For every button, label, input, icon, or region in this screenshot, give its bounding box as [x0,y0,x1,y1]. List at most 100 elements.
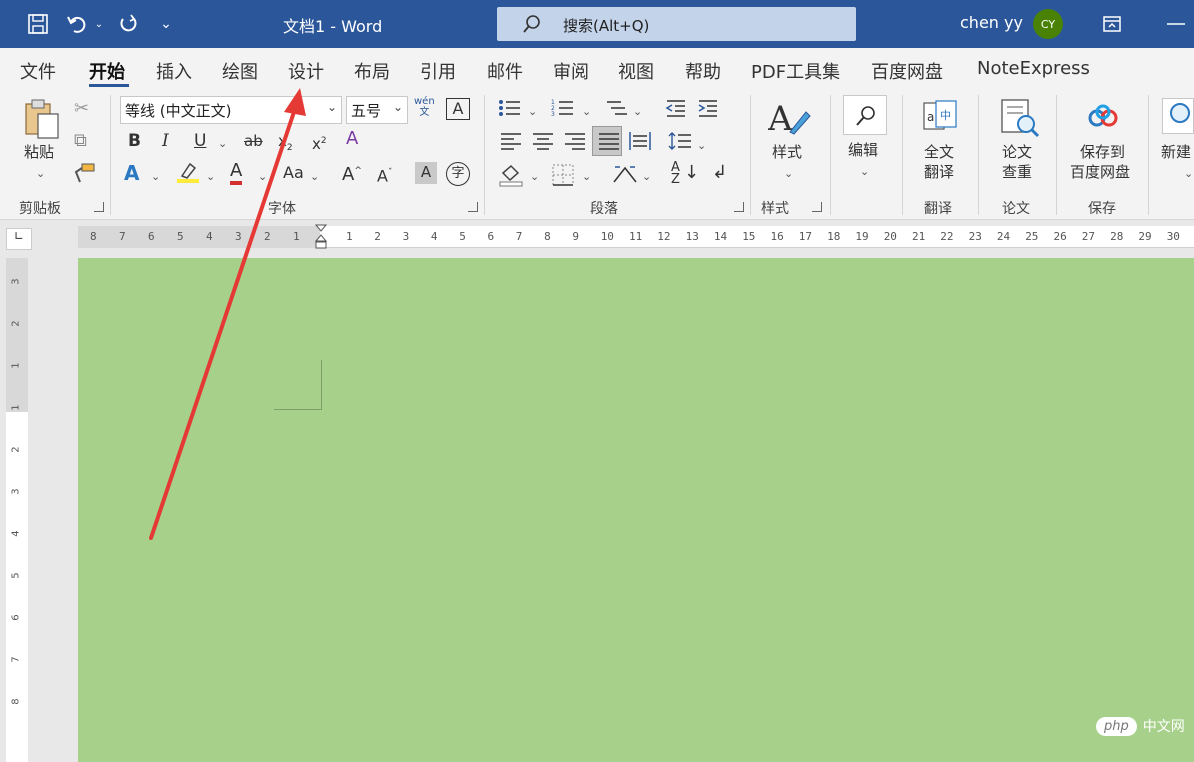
change-case-icon[interactable]: Aa [283,163,304,183]
distributed-icon[interactable] [629,132,651,155]
tab-mailings[interactable]: 邮件 [487,58,523,84]
paragraph-launcher-icon[interactable] [734,202,744,212]
shading-dropdown-icon[interactable]: ⌄ [530,167,539,187]
phonetic-guide-icon[interactable]: wén 文 [414,96,435,118]
save-icon[interactable] [24,10,52,38]
bullets-dropdown-icon[interactable]: ⌄ [528,102,537,122]
font-color-icon[interactable]: A [230,161,243,185]
chinese-layout-icon[interactable] [612,164,638,191]
shrink-font-icon[interactable]: Aˇ [377,163,392,186]
increase-indent-icon[interactable] [697,98,719,123]
paper-check-line2[interactable]: 查重 [1002,162,1032,182]
editing-button[interactable]: 编辑 [848,140,878,160]
paper-check-line1[interactable]: 论文 [1002,142,1032,162]
baidu-netdisk-icon[interactable] [1088,104,1118,133]
new-dropdown-icon[interactable]: ⌄ [1184,164,1193,184]
undo-dropdown-icon[interactable]: ⌄ [92,10,106,38]
new-icon[interactable] [1162,98,1194,134]
horizontal-ruler[interactable]: 8 7 6 5 4 3 2 1 1 2 3 4 5 6 7 8 9 10 11 12 13 14 15 16 17 18 19 20 2… [78,223,1194,251]
clipboard-launcher-icon[interactable] [94,202,104,212]
styles-icon[interactable]: A [767,98,812,143]
align-center-icon[interactable] [532,132,554,155]
new-button[interactable]: 新建 [1161,142,1191,162]
italic-icon[interactable]: I [162,131,169,151]
tab-references[interactable]: 引用 [420,58,456,84]
numbering-dropdown-icon[interactable]: ⌄ [582,102,591,122]
text-effects-dropdown-icon[interactable]: ⌄ [151,167,160,187]
paste-dropdown-icon[interactable]: ⌄ [36,164,45,184]
find-button[interactable] [843,95,887,135]
text-effects-icon[interactable]: A [124,163,139,183]
underline-icon[interactable]: U [194,131,206,151]
enclose-character-icon[interactable]: 字 [446,162,470,186]
user-name[interactable]: chen yy [960,13,1023,32]
clear-formatting-icon[interactable]: A [346,129,358,149]
bold-icon[interactable]: B [128,131,141,151]
styles-launcher-icon[interactable] [812,202,822,212]
strikethrough-icon[interactable]: ab [244,131,263,151]
character-shading-icon[interactable]: A [415,162,437,184]
redo-icon[interactable] [115,10,141,38]
editing-dropdown-icon[interactable]: ⌄ [860,162,869,182]
format-painter-icon[interactable] [72,162,96,189]
vertical-ruler[interactable]: 3 2 1 1 2 3 4 5 6 7 8 [6,258,28,762]
tab-selector-icon[interactable]: ∟ [6,228,32,250]
tab-design[interactable]: 设计 [288,58,324,84]
highlight-dropdown-icon[interactable]: ⌄ [206,167,215,187]
show-marks-icon[interactable]: ↲ [712,163,727,183]
avatar[interactable]: CY [1033,9,1063,39]
tab-pdf-tools[interactable]: PDF工具集 [751,58,840,84]
character-border-icon[interactable]: A [446,98,470,120]
tab-help[interactable]: 帮助 [685,58,721,84]
font-launcher-icon[interactable] [468,202,478,212]
full-text-translate-line1[interactable]: 全文 [924,142,954,162]
styles-dropdown-icon[interactable]: ⌄ [784,164,793,184]
justify-icon[interactable] [592,126,622,156]
underline-dropdown-icon[interactable]: ⌄ [218,134,227,154]
line-spacing-dropdown-icon[interactable]: ⌄ [697,136,706,156]
borders-icon[interactable] [552,164,574,191]
cut-icon[interactable]: ✂ [74,99,89,119]
highlight-icon[interactable] [176,160,200,189]
ribbon-display-icon[interactable] [1100,10,1124,38]
sort-icon[interactable]: AZ [671,161,680,186]
indent-marker-icon[interactable] [314,223,328,251]
change-case-dropdown-icon[interactable]: ⌄ [310,167,319,187]
translate-icon[interactable]: a中 [922,99,958,140]
plagiarism-check-icon[interactable] [1000,98,1040,143]
tab-file[interactable]: 文件 [20,58,56,84]
document-page[interactable] [78,258,1194,762]
undo-icon[interactable] [64,10,90,38]
styles-button[interactable]: 样式 [772,142,802,162]
copy-icon[interactable]: ⧉ [74,131,87,151]
multilevel-dropdown-icon[interactable]: ⌄ [633,102,642,122]
search-box[interactable]: 搜索(Alt+Q) [497,7,856,41]
font-name-select[interactable]: 等线 (中文正文) ⌄ [120,96,342,124]
tab-draw[interactable]: 绘图 [222,58,258,84]
save-to-baidu-line1[interactable]: 保存到 [1080,142,1125,162]
shading-icon[interactable] [499,163,523,192]
superscript-icon[interactable]: x2 [312,131,327,154]
paste-button[interactable]: 粘贴 [24,142,54,162]
bullets-icon[interactable] [498,98,522,123]
align-left-icon[interactable] [500,132,522,155]
tab-review[interactable]: 审阅 [553,58,589,84]
customize-toolbar-icon[interactable]: ⌄ [158,10,174,38]
decrease-indent-icon[interactable] [665,98,687,123]
subscript-icon[interactable]: x2 [278,131,293,158]
chinese-layout-dropdown-icon[interactable]: ⌄ [642,167,651,187]
line-spacing-icon[interactable] [668,132,692,155]
tab-baidu-netdisk[interactable]: 百度网盘 [871,58,943,84]
minimize-icon[interactable] [1164,10,1188,38]
save-to-baidu-line2[interactable]: 百度网盘 [1070,162,1130,182]
numbering-icon[interactable]: 123 [551,98,575,123]
tab-view[interactable]: 视图 [618,58,654,84]
borders-dropdown-icon[interactable]: ⌄ [582,167,591,187]
tab-layout[interactable]: 布局 [354,58,390,84]
tab-home[interactable]: 开始 [89,58,125,84]
align-right-icon[interactable] [564,132,586,155]
grow-font-icon[interactable]: A^ [342,161,362,185]
font-color-dropdown-icon[interactable]: ⌄ [258,167,267,187]
multilevel-list-icon[interactable] [605,98,629,123]
font-size-select[interactable]: 五号 ⌄ [346,96,408,124]
